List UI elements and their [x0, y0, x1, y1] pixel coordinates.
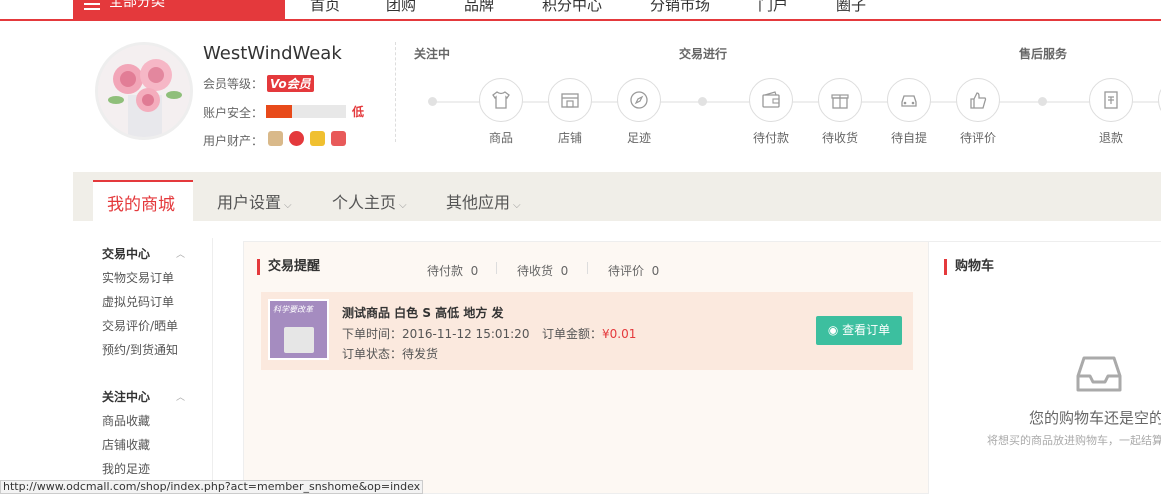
- calculator-image: [284, 327, 314, 353]
- all-categories-label: 全部分类: [109, 0, 165, 10]
- tab-other-apps[interactable]: 其他应用 ⌵: [446, 189, 521, 213]
- cart-title: 购物车: [944, 259, 994, 275]
- gift-card-icon[interactable]: [331, 131, 346, 146]
- tab-bar: 我的商城 用户设置 ⌵ 个人主页 ⌵ 其他应用 ⌵: [73, 172, 1161, 221]
- tracker-label-pending-payment: 待付款: [752, 131, 789, 145]
- thumbs-up-icon[interactable]: [956, 78, 1000, 122]
- stat-pending-payment[interactable]: 待付款 0: [427, 262, 478, 279]
- tracker-label-pending-receipt: 待收货: [821, 131, 858, 145]
- nav-link-distribution[interactable]: 分销市场: [650, 0, 710, 15]
- username: WestWindWeak: [203, 43, 342, 64]
- sidebar-item-virtual-orders[interactable]: 虚拟兑码订单: [102, 293, 174, 310]
- tracker-label-refund: 退款: [1098, 131, 1123, 145]
- section-trading: 交易进行: [679, 47, 728, 61]
- stat-divider: [587, 262, 588, 274]
- stat-divider: [496, 262, 497, 274]
- refund-icon[interactable]: [1089, 78, 1133, 122]
- eye-icon: ◉: [827, 323, 839, 337]
- sidebar-item-physical-orders[interactable]: 实物交易订单: [102, 269, 174, 286]
- nav-link-circle[interactable]: 圈子: [836, 0, 866, 15]
- profile-divider: [395, 42, 396, 142]
- tracker-timeline: [432, 101, 1161, 103]
- avatar[interactable]: [95, 42, 193, 140]
- nav-link-home[interactable]: 首页: [310, 0, 340, 15]
- store-icon[interactable]: [548, 78, 592, 122]
- tracker-label-footprint: 足迹: [626, 131, 651, 145]
- order-amount: 订单金额：¥0.01: [542, 327, 637, 341]
- chevron-down-icon: ⌵: [284, 200, 292, 211]
- order-status: 订单状态：待发货: [342, 347, 439, 361]
- security-level: 低: [352, 105, 365, 119]
- sidebar-item-footprint[interactable]: 我的足迹: [102, 460, 150, 477]
- gift-icon[interactable]: [818, 78, 862, 122]
- sidebar-item-notifications[interactable]: 预约/到货通知: [102, 341, 178, 358]
- avatar-image: [98, 45, 190, 137]
- member-level-badge[interactable]: Vo会员: [267, 75, 314, 92]
- wallet-icon[interactable]: [749, 78, 793, 122]
- security-label: 账户安全：: [203, 106, 264, 120]
- coupon-icon[interactable]: [310, 131, 325, 146]
- tracker-label-goods: 商品: [488, 131, 513, 145]
- chevron-up-icon[interactable]: ︿: [176, 247, 185, 260]
- sidebar-group-trade[interactable]: 交易中心: [102, 245, 150, 262]
- security-bar: [266, 105, 346, 118]
- car-icon[interactable]: [887, 78, 931, 122]
- trade-panel: 交易提醒 待付款 0 待收货 0 待评价 0 科学要改革 测试商品 白色 S 高…: [243, 241, 929, 494]
- section-after-sale: 售后服务: [1019, 47, 1068, 61]
- tab-personal-home[interactable]: 个人主页 ⌵: [332, 189, 407, 213]
- view-order-button[interactable]: ◉ 查看订单: [816, 316, 902, 345]
- security-bar-fill: [266, 105, 293, 118]
- trade-panel-title: 交易提醒: [257, 259, 320, 275]
- browser-status-bar: http://www.odcmall.com/shop/index.php?ac…: [0, 480, 424, 494]
- cart-empty-text: 您的购物车还是空的: [1029, 409, 1161, 427]
- all-categories-button[interactable]: 全部分类: [73, 0, 285, 19]
- menu-icon: [84, 0, 100, 10]
- shirt-icon[interactable]: [479, 78, 523, 122]
- order-thumbnail[interactable]: 科学要改革: [268, 299, 329, 360]
- tab-my-mall-label: 我的商城: [107, 195, 175, 215]
- tab-personal-home-label: 个人主页: [332, 193, 397, 212]
- member-level-label: 会员等级：: [203, 77, 264, 91]
- assets-label: 用户财产：: [203, 134, 264, 148]
- order-card: 科学要改革 测试商品 白色 S 高低 地方 发 下单时间：2016-11-12 …: [261, 292, 913, 370]
- compass-icon[interactable]: [617, 78, 661, 122]
- chevron-up-icon[interactable]: ︿: [176, 390, 185, 403]
- chevron-down-icon: ⌵: [399, 200, 407, 211]
- nav-link-groupbuy[interactable]: 团购: [386, 0, 416, 15]
- tracker-label-review: 待评价: [959, 131, 996, 145]
- order-product-name[interactable]: 测试商品 白色 S 高低 地方 发: [342, 304, 504, 321]
- section-following: 关注中: [414, 47, 451, 61]
- cart-panel: 购物车 您的购物车还是空的 将想买的商品放进购物车，一起结算: [929, 241, 1161, 494]
- timeline-dot: [1038, 97, 1047, 106]
- tab-user-settings[interactable]: 用户设置 ⌵: [217, 189, 292, 213]
- empty-tray-icon: [1076, 356, 1122, 392]
- top-nav: 全部分类 首页 团购 品牌 积分中心 分销市场 门户 圈子: [0, 0, 1161, 21]
- thumbnail-text: 科学要改革: [273, 305, 313, 314]
- sidebar-item-goods-favorites[interactable]: 商品收藏: [102, 412, 150, 429]
- cart-hint-text: 将想买的商品放进购物车，一起结算: [987, 434, 1161, 447]
- nav-link-points[interactable]: 积分中心: [542, 0, 602, 15]
- sidebar: 交易中心 ︿ 实物交易订单 虚拟兑码订单 交易评价/晒单 预约/到货通知 关注中…: [73, 238, 213, 494]
- medal-icon[interactable]: [289, 131, 304, 146]
- stat-pending-review[interactable]: 待评价 0: [608, 262, 659, 279]
- stat-pending-receipt[interactable]: 待收货 0: [517, 262, 568, 279]
- money-bag-icon[interactable]: [268, 131, 283, 146]
- tab-other-apps-label: 其他应用: [446, 193, 511, 212]
- chevron-down-icon: ⌵: [513, 200, 521, 211]
- tracker-label-pickup: 待自提: [890, 131, 927, 145]
- tab-my-mall[interactable]: 我的商城: [93, 180, 193, 221]
- sidebar-item-store-favorites[interactable]: 店铺收藏: [102, 436, 150, 453]
- sidebar-group-following[interactable]: 关注中心: [102, 388, 150, 405]
- order-amount-value: ¥0.01: [602, 327, 637, 341]
- member-level-row: 会员等级： Vo会员: [203, 75, 314, 92]
- nav-link-brand[interactable]: 品牌: [464, 0, 494, 15]
- tab-user-settings-label: 用户设置: [217, 193, 282, 212]
- nav-link-portal[interactable]: 门户: [758, 0, 788, 15]
- timeline-dot: [428, 97, 437, 106]
- tracker-label-store: 店铺: [557, 131, 582, 145]
- order-time: 下单时间：2016-11-12 15:01:20: [342, 327, 530, 341]
- sidebar-item-reviews[interactable]: 交易评价/晒单: [102, 317, 178, 334]
- timeline-dot: [698, 97, 707, 106]
